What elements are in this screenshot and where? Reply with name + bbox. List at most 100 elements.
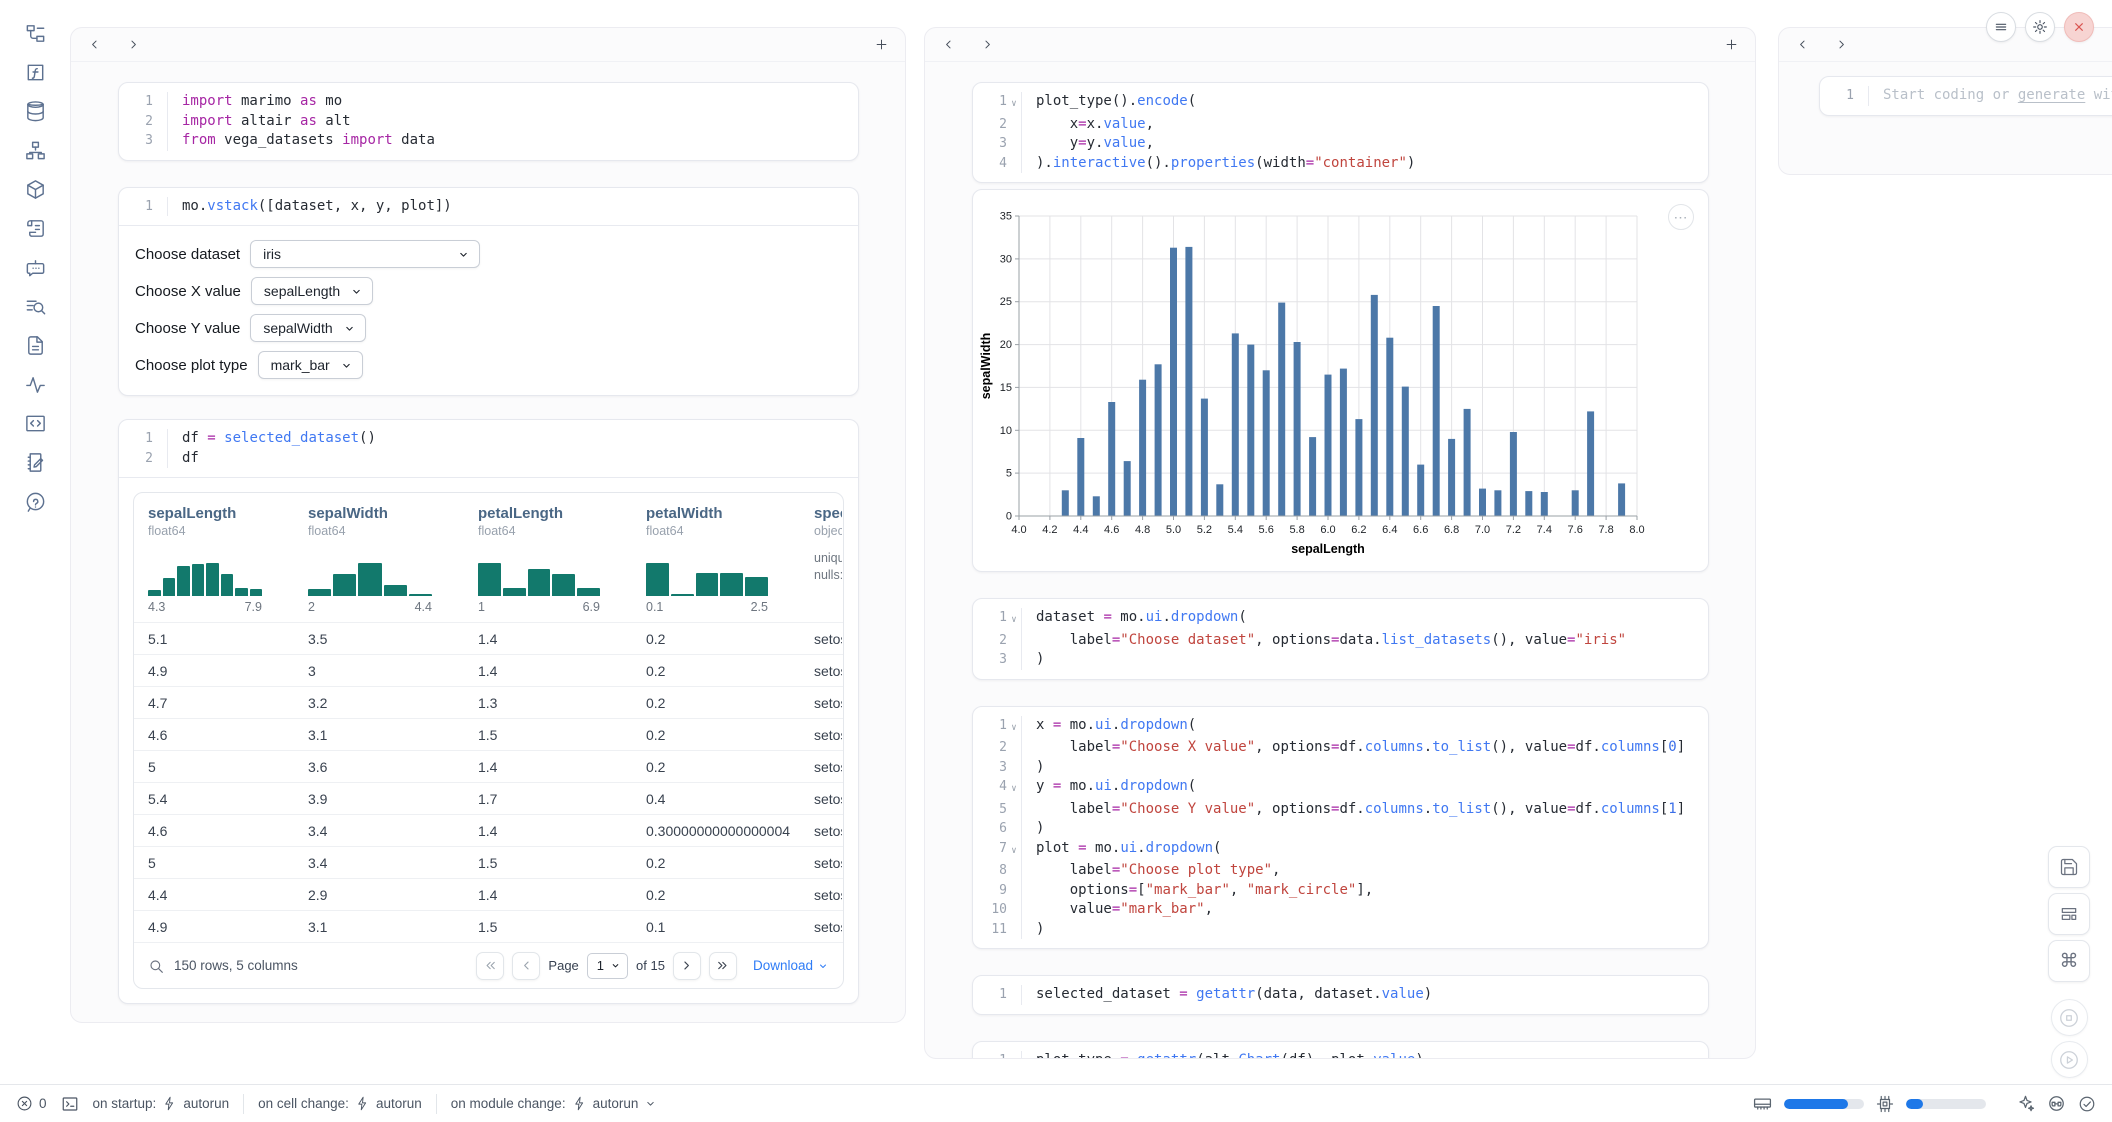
column-next-button[interactable]	[126, 37, 141, 52]
sidebar-dependency-graph-button[interactable]	[22, 137, 48, 163]
sidebar-scratchpad-button[interactable]	[22, 449, 48, 475]
table-summary: 150 rows, 5 columns	[174, 958, 298, 973]
add-cell-button[interactable]	[874, 37, 889, 52]
add-cell-button[interactable]	[1724, 37, 1739, 52]
sidebar-activity-button[interactable]	[22, 371, 48, 397]
altair-bar-chart[interactable]: 4.04.24.44.64.85.05.25.45.65.86.06.26.46…	[979, 200, 1679, 560]
dropdown-select-choose-plot-type[interactable]: mark_bar	[258, 351, 363, 379]
cell-code-editor[interactable]: 1df = selected_dataset()2df	[119, 420, 858, 477]
last-page-button[interactable]	[709, 952, 737, 980]
table-cell: 1.4	[464, 823, 632, 839]
autorun-value: autorun	[183, 1096, 229, 1111]
sidebar-code-snippet-button[interactable]	[22, 410, 48, 436]
cell-dataset[interactable]: 1∨dataset = mo.ui.dropdown(2 label="Choo…	[972, 598, 1709, 680]
table-row[interactable]: 4.63.11.50.2setosa	[134, 718, 843, 750]
cell-code-editor[interactable]: 1plot_type = getattr(alt.Chart(df), plot…	[973, 1042, 1708, 1059]
fold-marker[interactable]: ∨	[1007, 716, 1021, 739]
function-icon	[24, 61, 47, 84]
sidebar-function-button[interactable]	[22, 59, 48, 85]
cell-code-editor[interactable]: 1mo.vstack([dataset, x, y, plot])	[119, 188, 858, 226]
column-next-button[interactable]	[980, 37, 995, 52]
save-button[interactable]	[2048, 846, 2090, 888]
sidebar-help-button[interactable]	[22, 488, 48, 514]
gear-icon	[2032, 19, 2048, 35]
page-number-select[interactable]: 1	[587, 953, 628, 979]
fold-marker[interactable]: ∨	[1007, 839, 1021, 862]
dropdown-select-choose-x-value[interactable]: sepalLength	[251, 277, 373, 305]
copilot-button[interactable]	[2047, 1094, 2066, 1113]
dropdown-select-choose-y-value[interactable]: sepalWidth	[250, 314, 365, 342]
cell-dataframe[interactable]: 1df = selected_dataset()2df sepalLengthfl…	[118, 419, 859, 1004]
fold-marker[interactable]: ∨	[1007, 92, 1021, 115]
table-row[interactable]: 4.93.11.50.1setosa	[134, 910, 843, 942]
search-icon[interactable]	[148, 958, 164, 974]
next-page-button[interactable]	[673, 952, 701, 980]
table-row[interactable]: 4.931.40.2setosa	[134, 654, 843, 686]
keyboard-shortcuts-button[interactable]: ⌘	[2048, 940, 2090, 982]
chart-output[interactable]: 4.04.24.44.64.85.05.25.45.65.86.06.26.46…	[972, 189, 1709, 572]
layout-button[interactable]	[2048, 893, 2090, 935]
sidebar-chat-bot-button[interactable]	[22, 254, 48, 280]
cell-code-editor[interactable]: 1∨x = mo.ui.dropdown(2 label="Choose X v…	[973, 707, 1708, 949]
table-row[interactable]: 4.73.21.30.2setosa	[134, 686, 843, 718]
fold-marker[interactable]: ∨	[1007, 777, 1021, 800]
table-cell: 3.4	[294, 823, 464, 839]
sidebar-database-button[interactable]	[22, 98, 48, 124]
table-row[interactable]: 53.61.40.2setosa	[134, 750, 843, 782]
cell-vstack[interactable]: 1mo.vstack([dataset, x, y, plot])Choose …	[118, 187, 859, 397]
run-button[interactable]	[2051, 1041, 2088, 1078]
download-button[interactable]: Download	[753, 958, 829, 973]
cell-selected-dataset[interactable]: 1selected_dataset = getattr(data, datase…	[972, 975, 1709, 1015]
table-row[interactable]: 5.43.91.70.4setosa	[134, 782, 843, 814]
table-column-header[interactable]: speciesobjectunique:nulls:	[800, 505, 842, 622]
sidebar-document-button[interactable]	[22, 332, 48, 358]
table-row[interactable]: 4.42.91.40.2setosa	[134, 878, 843, 910]
table-cell: 4.9	[134, 919, 294, 935]
connection-status-icon[interactable]	[2078, 1095, 2096, 1113]
autorun-group[interactable]: on startup:autorun	[93, 1096, 230, 1111]
code-editor-placeholder[interactable]: Start coding or generate with AI	[1868, 86, 2112, 106]
column-next-button[interactable]	[1834, 37, 1849, 52]
column-prev-button[interactable]	[87, 37, 102, 52]
table-row[interactable]: 4.63.41.40.30000000000000004setosa	[134, 814, 843, 846]
ai-sparkles-button[interactable]	[2016, 1094, 2035, 1113]
autorun-group[interactable]: on module change:autorun	[451, 1096, 658, 1111]
table-cell: 0.1	[632, 919, 800, 935]
sidebar-file-tree-button[interactable]	[22, 20, 48, 46]
sidebar-package-button[interactable]	[22, 176, 48, 202]
cell-xyplot[interactable]: 1∨x = mo.ui.dropdown(2 label="Choose X v…	[972, 706, 1709, 950]
table-column-header[interactable]: petalWidthfloat640.12.5	[632, 505, 800, 622]
shutdown-button[interactable]	[2064, 12, 2094, 42]
sidebar-script-log-button[interactable]	[22, 215, 48, 241]
first-page-button[interactable]	[476, 952, 504, 980]
cell-code-editor[interactable]: 1import marimo as mo2import altair as al…	[119, 83, 858, 160]
table-row[interactable]: 5.13.51.40.2setosa	[134, 622, 843, 654]
table-column-header[interactable]: petalLengthfloat6416.9	[464, 505, 632, 622]
error-counter[interactable]: 0	[16, 1095, 47, 1112]
cell-imports[interactable]: 1import marimo as mo2import altair as al…	[118, 82, 859, 161]
prev-page-button[interactable]	[512, 952, 540, 980]
table-column-header[interactable]: sepalWidthfloat6424.4	[294, 505, 464, 622]
terminal-button[interactable]	[61, 1095, 79, 1113]
table-cell: 5	[134, 759, 294, 775]
table-row[interactable]: 53.41.50.2setosa	[134, 846, 843, 878]
empty-cell[interactable]: 1 Start coding or generate with AI	[1819, 76, 2112, 116]
cell-code-editor[interactable]: 1∨dataset = mo.ui.dropdown(2 label="Choo…	[973, 599, 1708, 679]
cell-plot-type[interactable]: 1plot_type = getattr(alt.Chart(df), plot…	[972, 1041, 1709, 1059]
generate-with-ai-link[interactable]: generate	[2018, 87, 2085, 103]
sidebar-list-search-button[interactable]	[22, 293, 48, 319]
dropdown-select-choose-dataset[interactable]: iris	[250, 240, 480, 268]
cell-code-editor[interactable]: 1∨plot_type().encode(2 x=x.value,3 y=y.v…	[973, 83, 1708, 182]
fold-marker[interactable]: ∨	[1007, 608, 1021, 631]
cell-code-editor[interactable]: 1selected_dataset = getattr(data, datase…	[973, 976, 1708, 1014]
column-prev-button[interactable]	[941, 37, 956, 52]
stop-button[interactable]	[2051, 999, 2088, 1036]
table-column-header[interactable]: sepalLengthfloat644.37.9	[134, 505, 294, 622]
autorun-group[interactable]: on cell change:autorun	[258, 1096, 422, 1111]
menu-button[interactable]	[1986, 12, 2016, 42]
settings-button[interactable]	[2025, 12, 2055, 42]
cell-plot[interactable]: 1∨plot_type().encode(2 x=x.value,3 y=y.v…	[972, 82, 1709, 183]
chart-actions-menu[interactable]: ⋯	[1668, 204, 1694, 230]
column-dtype: float64	[646, 524, 800, 538]
column-prev-button[interactable]	[1795, 37, 1810, 52]
